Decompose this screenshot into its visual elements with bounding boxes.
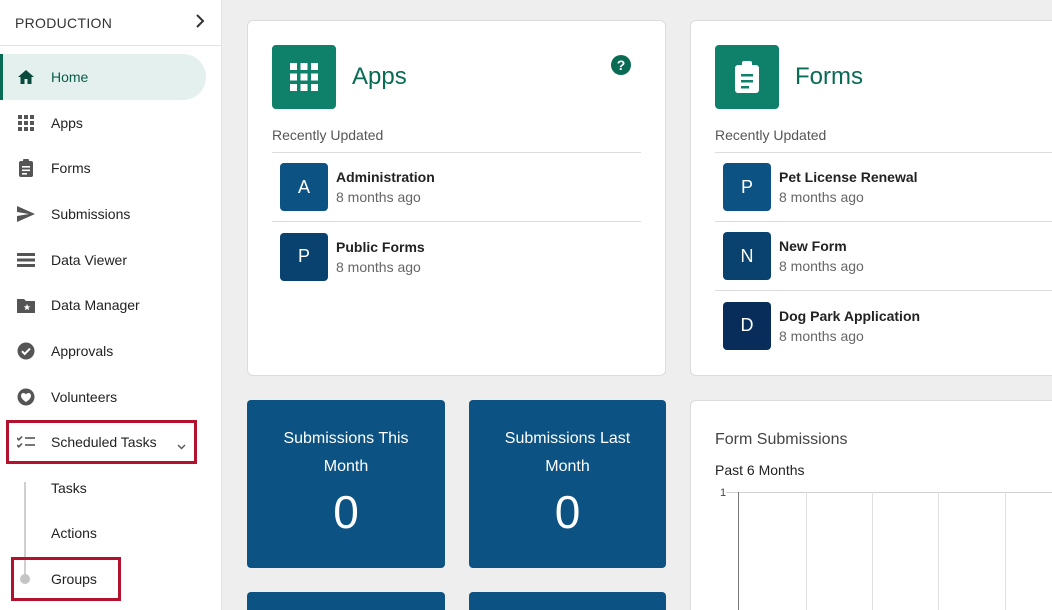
apps-card: Apps ? Recently Updated A Administration… [247, 20, 666, 376]
sidebar-item-label: Submissions [51, 206, 131, 222]
item-name: New Form [779, 238, 847, 254]
clipboard-icon [715, 45, 779, 109]
stat-label: Submissions Last Month [504, 430, 631, 475]
avatar: P [723, 163, 771, 211]
item-updated: 8 months ago [779, 327, 864, 344]
stat-value: 0 [333, 486, 359, 538]
sidebar-item-data-viewer[interactable]: Data Viewer [0, 237, 206, 283]
sidebar-item-label: Home [51, 69, 89, 85]
stat-value: 0 [554, 486, 581, 538]
chart-subtitle: Past 6 Months [715, 462, 805, 478]
sidebar-item-label: Actions [51, 525, 97, 541]
apps-recent-list: A Administration 8 months ago P Public F… [272, 152, 641, 291]
highlight-box-groups [11, 557, 121, 601]
environment-selector[interactable]: PRODUCTION [0, 0, 221, 46]
forms-recent-label: Recently Updated [715, 127, 827, 143]
folder-star-icon [16, 295, 36, 315]
list-item[interactable]: N New Form 8 months ago [715, 222, 1052, 291]
item-name: Administration [336, 169, 435, 185]
stat-label: Submissions This Month [283, 430, 409, 475]
sidebar-item-label: Apps [51, 115, 83, 131]
home-icon [16, 67, 36, 87]
sidebar-item-home[interactable]: Home [0, 54, 206, 100]
sidebar-item-label: Volunteers [51, 389, 118, 405]
apps-grid-icon [16, 113, 36, 133]
item-name: Pet License Renewal [779, 169, 918, 185]
form-submissions-card: Form Submissions Past 6 Months 1 [690, 400, 1052, 610]
sidebar-item-label: Approvals [51, 343, 114, 359]
sidebar-item-submissions[interactable]: Submissions [0, 191, 206, 237]
avatar: P [280, 232, 328, 281]
send-icon [16, 204, 36, 224]
sidebar-item-forms[interactable]: Forms [0, 145, 206, 191]
environment-label: PRODUCTION [15, 14, 113, 31]
avatar: D [723, 301, 771, 350]
chart-plot-area: 1 [720, 487, 1052, 610]
chart-title: Form Submissions [715, 431, 848, 448]
apps-card-title: Apps [352, 63, 407, 90]
list-item[interactable]: P Pet License Renewal 8 months ago [715, 153, 1052, 222]
y-tick-label: 1 [720, 487, 726, 499]
list-item[interactable]: D Dog Park Application 8 months ago [715, 291, 1052, 360]
stat-submissions-last-month[interactable]: Submissions Last Month 0 [469, 400, 666, 568]
sidebar-item-label: Data Manager [51, 297, 140, 313]
item-updated: 8 months ago [336, 189, 421, 205]
item-name: Dog Park Application [779, 307, 921, 324]
sidebar-item-data-manager[interactable]: Data Manager [0, 282, 206, 328]
avatar: A [280, 163, 328, 211]
list-icon [16, 250, 36, 270]
item-updated: 8 months ago [336, 258, 421, 275]
item-updated: 8 months ago [779, 258, 864, 274]
stat-tile-partial[interactable] [469, 592, 666, 610]
sidebar-item-label: Tasks [51, 480, 87, 496]
apps-grid-icon [272, 45, 336, 109]
clipboard-icon [16, 158, 36, 178]
sidebar-item-label: Data Viewer [51, 252, 128, 268]
list-item[interactable]: A Administration 8 months ago [272, 153, 641, 222]
volunteer-heart-icon [16, 387, 36, 407]
list-item[interactable]: P Public Forms 8 months ago [272, 222, 641, 291]
sidebar-item-volunteers[interactable]: Volunteers [0, 374, 206, 420]
item-name: Public Forms [336, 238, 425, 255]
sidebar: PRODUCTION Home Apps Forms Submissions D… [0, 0, 222, 610]
sidebar-item-approvals[interactable]: Approvals [0, 328, 206, 374]
sidebar-item-label: Forms [51, 160, 91, 176]
sidebar-item-apps[interactable]: Apps [0, 100, 206, 146]
sidebar-subitem-actions[interactable]: Actions [0, 510, 206, 556]
check-circle-icon [16, 341, 36, 361]
forms-card-title: Forms [795, 63, 863, 90]
help-icon[interactable]: ? [611, 55, 631, 75]
forms-recent-list: P Pet License Renewal 8 months ago N New… [715, 152, 1052, 360]
highlight-box-scheduled-tasks [6, 420, 197, 464]
sidebar-subitem-tasks[interactable]: Tasks [0, 465, 206, 511]
item-updated: 8 months ago [779, 189, 864, 205]
chevron-right-icon [195, 12, 205, 33]
stat-submissions-this-month[interactable]: Submissions This Month 0 [247, 400, 445, 568]
forms-card: Forms Recently Updated P Pet License Ren… [690, 20, 1052, 376]
apps-recent-label: Recently Updated [272, 127, 384, 143]
avatar: N [723, 232, 771, 280]
stat-tile-partial[interactable] [247, 592, 445, 610]
